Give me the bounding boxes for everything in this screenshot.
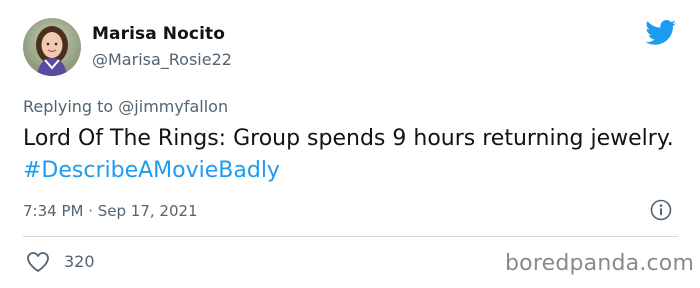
- reply-mention-link[interactable]: @jimmyfallon: [118, 97, 228, 116]
- replying-to: Replying to @jimmyfallon: [23, 97, 228, 116]
- avatar[interactable]: [23, 18, 81, 76]
- twitter-bird-icon[interactable]: [645, 20, 677, 46]
- timestamp[interactable]: 7:34 PM · Sep 17, 2021: [23, 202, 198, 220]
- tweet-text: Lord Of The Rings: Group spends 9 hours …: [23, 123, 683, 187]
- watermark: boredpanda.com: [505, 251, 695, 276]
- like-count: 320: [64, 252, 95, 271]
- user-handle[interactable]: @Marisa_Rosie22: [92, 50, 232, 69]
- tweet-card: Marisa Nocito @Marisa_Rosie22 Replying t…: [0, 0, 700, 288]
- display-name[interactable]: Marisa Nocito: [92, 24, 225, 44]
- info-icon[interactable]: [650, 199, 672, 221]
- replying-prefix: Replying to: [23, 97, 119, 116]
- heart-icon[interactable]: [26, 251, 50, 273]
- divider: [23, 236, 678, 237]
- tweet-body: Lord Of The Rings: Group spends 9 hours …: [23, 126, 674, 151]
- hashtag-link[interactable]: #DescribeAMovieBadly: [23, 158, 280, 183]
